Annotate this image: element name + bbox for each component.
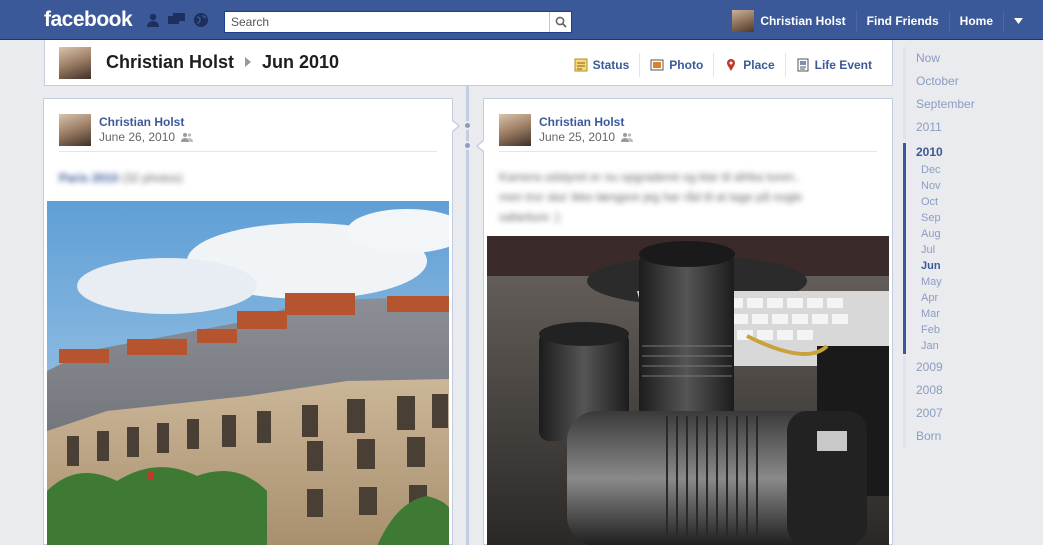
album-caption: Paris 2010 (32 photos) (59, 168, 182, 188)
nav-profile-link[interactable]: Christian Holst (732, 10, 857, 32)
post-header: Christian Holst June 25, 2010 (499, 114, 877, 152)
search-input[interactable] (225, 12, 549, 32)
avatar[interactable] (59, 47, 91, 79)
messages-icon[interactable] (168, 12, 186, 28)
post-timestamp: June 26, 2010 (99, 130, 194, 144)
post-message-line: Kamera udstyret er nu opgraderet og klar… (499, 170, 801, 184)
post-header: Christian Holst June 26, 2010 (59, 114, 437, 152)
post-author[interactable]: Christian Holst (99, 115, 184, 129)
scrubber-month-apr[interactable]: Apr (903, 290, 1003, 306)
scrubber-item-born[interactable]: Born (903, 425, 1003, 448)
timeline-scrubber: Now October September 2011 2010 Dec Nov … (903, 47, 1003, 448)
scrubber-item-september[interactable]: September (903, 93, 1003, 116)
nav-user-name: Christian Holst (760, 14, 846, 28)
avatar[interactable] (499, 114, 531, 146)
composer-status-label: Status (592, 58, 630, 72)
friends-audience-icon[interactable] (621, 132, 634, 142)
timeline-dot-right (463, 141, 472, 150)
home-link[interactable]: Home (950, 10, 1004, 32)
scrubber-month-may[interactable]: May (903, 274, 1003, 290)
scrubber-month-jun[interactable]: Jun (903, 258, 1003, 274)
notifications-globe-icon[interactable] (192, 12, 210, 28)
scrubber-month-mar[interactable]: Mar (903, 306, 1003, 322)
account-menu-button[interactable] (1004, 10, 1023, 32)
friends-audience-icon[interactable] (181, 132, 194, 142)
composer-photo-label: Photo (669, 58, 704, 72)
search-box (224, 11, 572, 33)
scrubber-item-2010[interactable]: 2010 (903, 143, 1003, 162)
composer-photo-button[interactable]: Photo (639, 53, 713, 77)
composer-place-label: Place (743, 58, 775, 72)
timeline-date: Jun 2010 (262, 52, 340, 72)
scrubber-item-october[interactable]: October (903, 70, 1003, 93)
post-date[interactable]: June 26, 2010 (99, 130, 175, 144)
avatar (732, 10, 755, 32)
timeline-post-status: Christian Holst June 25, 2010 Kamera uds… (476, 98, 893, 545)
album-link[interactable]: Paris 2010 (59, 171, 118, 185)
composer-status-button[interactable]: Status (564, 53, 640, 77)
post-date[interactable]: June 25, 2010 (539, 130, 615, 144)
album-photo-count: (32 photos) (121, 171, 183, 185)
album-photo-paris[interactable] (47, 201, 449, 545)
status-icon (574, 58, 588, 72)
post-pointer (451, 119, 460, 133)
composer-life-event-button[interactable]: Life Event (784, 53, 882, 77)
scrubber-item-2011[interactable]: 2011 (903, 116, 1003, 139)
timeline-header: Christian Holst Jun 2010 Status Photo Pl… (44, 40, 893, 86)
post-timestamp: June 25, 2010 (539, 130, 634, 144)
friend-requests-icon[interactable] (144, 12, 162, 28)
top-nav: Christian Holst Find Friends Home (732, 10, 1023, 32)
chevron-down-icon (1014, 18, 1023, 24)
post-author[interactable]: Christian Holst (539, 115, 624, 129)
scrubber-month-dec[interactable]: Dec (903, 162, 1003, 178)
scrubber-month-aug[interactable]: Aug (903, 226, 1003, 242)
timeline-dot-left (463, 121, 472, 130)
search-icon (555, 16, 567, 28)
scrubber-month-jan[interactable]: Jan (903, 338, 1003, 354)
facebook-logo[interactable]: facebook (44, 8, 133, 32)
scrubber-item-now[interactable]: Now (903, 47, 1003, 70)
scrubber-item-2007[interactable]: 2007 (903, 402, 1003, 425)
post-message-line: men tror ska' ikke længere jeg har råd t… (499, 190, 803, 204)
post-message-line: safariture :) (499, 210, 560, 224)
scrubber-month-sep[interactable]: Sep (903, 210, 1003, 226)
post-pointer (476, 139, 485, 153)
post-message: Kamera udstyret er nu opgraderet og klar… (499, 167, 802, 227)
scrubber-month-nov[interactable]: Nov (903, 178, 1003, 194)
scrubber-month-oct[interactable]: Oct (903, 194, 1003, 210)
breadcrumb-arrow-icon (245, 57, 251, 67)
timeline-post-album: Christian Holst June 26, 2010 Paris 2010… (43, 98, 460, 545)
post-photo-camera[interactable] (487, 236, 889, 545)
scrubber-month-feb[interactable]: Feb (903, 322, 1003, 338)
top-bar: facebook Christian Holst Find Friends Ho… (0, 0, 1043, 40)
notification-jewels (144, 12, 210, 28)
photo-icon (650, 59, 664, 71)
profile-name[interactable]: Christian Holst (106, 52, 234, 73)
place-icon (727, 59, 736, 71)
scrubber-item-2008[interactable]: 2008 (903, 379, 1003, 402)
find-friends-link[interactable]: Find Friends (857, 10, 950, 32)
scrubber-item-2009[interactable]: 2009 (903, 356, 1003, 379)
composer-life-event-label: Life Event (814, 58, 872, 72)
avatar[interactable] (59, 114, 91, 146)
composer-bar: Status Photo Place Life Event (564, 53, 882, 77)
life-event-icon (797, 58, 809, 72)
search-button[interactable] (549, 12, 571, 32)
scrubber-month-jul[interactable]: Jul (903, 242, 1003, 258)
composer-place-button[interactable]: Place (713, 53, 784, 77)
timeline-spine (466, 86, 469, 545)
